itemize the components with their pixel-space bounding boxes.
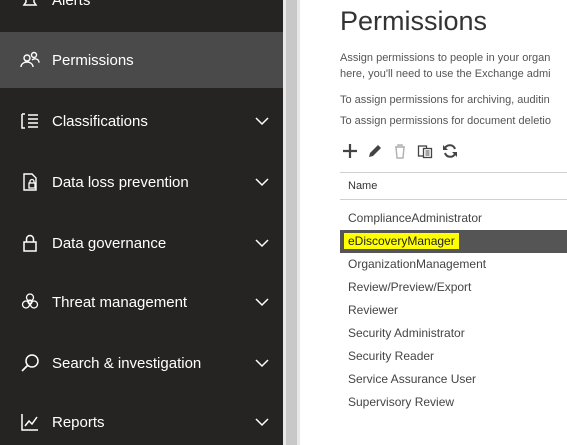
chevron-down-icon[interactable] xyxy=(255,295,269,309)
role-name: OrganizationManagement xyxy=(348,257,487,271)
sidebar-item-label: Search & investigation xyxy=(52,354,202,372)
table-row[interactable]: Service Assurance User xyxy=(340,368,567,391)
table-row[interactable]: Reviewer xyxy=(340,299,567,322)
left-navigation: Alerts Permissions Classifications Data … xyxy=(0,0,283,445)
sidebar-item-label: Classifications xyxy=(52,112,148,130)
table-row[interactable]: Supervisory Review xyxy=(340,391,567,414)
table-row[interactable]: Security Administrator xyxy=(340,322,567,345)
chart-icon xyxy=(20,412,40,432)
main-content: Permissions Assign permissions to people… xyxy=(300,0,567,445)
chevron-down-icon[interactable] xyxy=(255,236,269,250)
sidebar-item-classifications[interactable]: Classifications xyxy=(0,93,283,149)
sidebar-item-data-loss-prevention[interactable]: Data loss prevention xyxy=(0,154,283,210)
role-name: Security Reader xyxy=(348,349,435,363)
lock-document-icon xyxy=(20,172,40,192)
role-name: Supervisory Review xyxy=(348,395,455,409)
chevron-down-icon[interactable] xyxy=(255,175,269,189)
people-icon xyxy=(20,50,40,70)
sidebar-item-alerts[interactable]: Alerts xyxy=(0,0,283,28)
role-name: Security Administrator xyxy=(348,326,465,340)
table-row[interactable]: ComplianceAdministrator xyxy=(340,207,567,230)
chevron-down-icon[interactable] xyxy=(255,356,269,370)
table-header: Name xyxy=(340,172,567,200)
description-line: To assign permissions for archiving, aud… xyxy=(340,94,550,106)
role-name: Service Assurance User xyxy=(348,372,477,386)
refresh-icon[interactable] xyxy=(440,141,460,161)
sidebar-item-search-investigation[interactable]: Search & investigation xyxy=(0,335,283,391)
sidebar-item-data-governance[interactable]: Data governance xyxy=(0,215,283,271)
sidebar-item-label: Alerts xyxy=(52,0,91,9)
biohazard-icon xyxy=(20,292,40,312)
alert-icon xyxy=(20,0,40,10)
lock-icon xyxy=(20,233,40,253)
toolbar xyxy=(340,140,465,162)
sidebar-item-label: Permissions xyxy=(52,51,134,69)
role-name: Reviewer xyxy=(348,303,399,317)
chevron-down-icon[interactable] xyxy=(255,415,269,429)
delete-icon[interactable] xyxy=(390,141,410,161)
sidebar-item-label: Data governance xyxy=(52,234,167,252)
role-name: Review/Preview/Export xyxy=(348,280,472,294)
table-row[interactable]: OrganizationManagement xyxy=(340,253,567,276)
scrollbar-thumb[interactable] xyxy=(286,0,297,445)
sidebar-item-reports[interactable]: Reports xyxy=(0,394,283,445)
sidebar-item-label: Reports xyxy=(52,413,105,431)
edit-icon[interactable] xyxy=(365,141,385,161)
sidebar-item-label: Threat management xyxy=(52,293,188,311)
add-icon[interactable] xyxy=(340,141,360,161)
table-row[interactable]: Security Reader xyxy=(340,345,567,368)
role-name: eDiscoveryManager xyxy=(344,233,459,249)
page-title: Permissions xyxy=(340,6,488,36)
sidebar-item-permissions[interactable]: Permissions xyxy=(0,32,283,88)
table-row[interactable]: Review/Preview/Export xyxy=(340,276,567,299)
table-row-selected[interactable]: eDiscoveryManager xyxy=(340,230,567,253)
role-name: ComplianceAdministrator xyxy=(348,211,483,225)
copy-icon[interactable] xyxy=(415,141,435,161)
chevron-down-icon[interactable] xyxy=(255,114,269,128)
sidebar-item-label: Data loss prevention xyxy=(52,173,189,191)
sidebar-item-threat-management[interactable]: Threat management xyxy=(0,274,283,330)
description-line: To assign permissions for document delet… xyxy=(340,115,551,127)
list-icon xyxy=(20,111,40,131)
description-line: here, you'll need to use the Exchange ad… xyxy=(340,68,551,80)
search-icon xyxy=(20,353,40,373)
column-header-name[interactable]: Name xyxy=(348,180,377,192)
description-line: Assign permissions to people in your org… xyxy=(340,52,551,64)
